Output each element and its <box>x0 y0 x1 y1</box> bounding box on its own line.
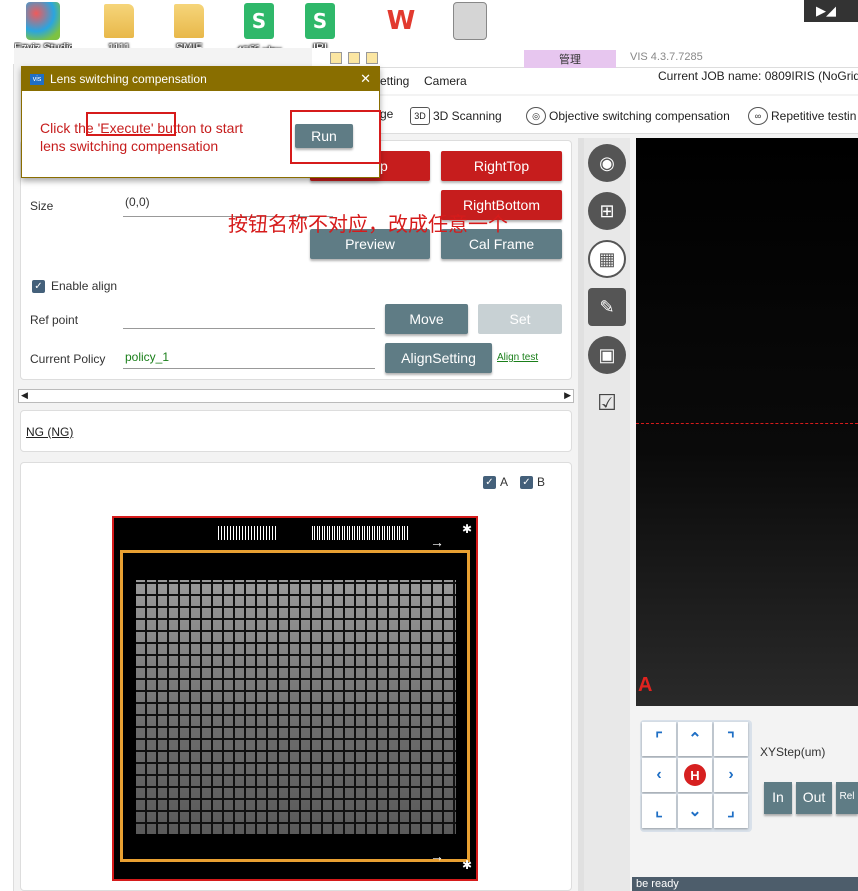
toolbar-3d-scanning-button[interactable]: 3D 3D Scanning <box>410 107 502 125</box>
barcode-left <box>218 526 278 540</box>
align-setting-button[interactable]: AlignSetting <box>385 343 492 373</box>
manage-tab[interactable]: 管理 <box>524 50 616 68</box>
align-test-link[interactable]: Align test <box>497 352 538 363</box>
measure-tool-icon[interactable]: ✎ <box>588 288 626 326</box>
checkbox-b[interactable]: ✓ B <box>520 475 545 489</box>
dialog-title: Lens switching compensation <box>50 72 207 86</box>
crosshair-line <box>636 423 858 424</box>
tray-corner[interactable]: ▶◢ <box>804 0 858 22</box>
camera-live-view[interactable]: A <box>636 138 858 706</box>
check-icon: ✓ <box>32 279 45 293</box>
left-edge-strip <box>0 64 14 891</box>
scroll-right-icon[interactable]: ▶ <box>564 390 571 401</box>
ng-label[interactable]: NG (NG) <box>26 425 73 439</box>
arrow-right-icon: → <box>430 534 444 550</box>
home-button[interactable]: H <box>678 758 712 792</box>
ref-point-label: Ref point <box>30 313 79 327</box>
size-label: Size <box>30 199 54 213</box>
toolbar-objective-comp-button[interactable]: ◎ Objective switching compensation <box>526 107 730 125</box>
enable-align-checkbox[interactable]: ✓ Enable align <box>32 279 117 293</box>
scroll-left-icon[interactable]: ◀ <box>21 390 28 401</box>
menu-item-setting[interactable]: etting <box>380 74 409 88</box>
image-frame-icon[interactable]: ▣ <box>588 336 626 374</box>
camera-label: A <box>638 674 653 696</box>
move-up-icon[interactable]: ⌃ <box>678 722 712 756</box>
set-button[interactable]: Set <box>478 304 562 334</box>
current-policy-field[interactable]: policy_1 <box>123 347 375 369</box>
spreadsheet-icon: S <box>305 3 335 39</box>
annotation-box-execute <box>86 112 176 136</box>
star-icon: ✱ <box>462 858 473 872</box>
move-button[interactable]: Move <box>385 304 468 334</box>
close-icon[interactable]: ✕ <box>360 71 371 87</box>
objective-icon: ◎ <box>526 107 546 125</box>
toolbar-image-button[interactable]: ge <box>380 107 393 121</box>
window-title: VIS 4.3.7.7285 <box>630 51 703 63</box>
checkbox-a[interactable]: ✓ A <box>483 475 508 489</box>
repeat-icon: ∞ <box>748 107 768 125</box>
move-up-right-icon[interactable]: ⌝ <box>714 722 748 756</box>
menu-item-camera[interactable]: Camera <box>424 74 467 88</box>
move-up-left-icon[interactable]: ⌜ <box>642 722 676 756</box>
folder-icon <box>104 4 134 38</box>
stage-dpad: ⌜ ⌃ ⌝ ‹ H › ⌞ ⌄ ⌟ <box>640 720 752 832</box>
wafer-image[interactable]: → → ✱ ✱ <box>112 516 478 881</box>
zoom-out-button[interactable]: Out <box>796 782 832 814</box>
ribbon-toolbar: ge 3D 3D Scanning ◎ Objective switching co… <box>380 96 858 134</box>
right-top-button[interactable]: RightTop <box>441 151 562 181</box>
home-icon: H <box>684 764 706 786</box>
quick-access-toolbar[interactable] <box>330 52 416 66</box>
right-tool-sidebar: ◉ ⊞ ▦ ✎ ▣ ☑ <box>584 138 630 891</box>
move-down-left-icon[interactable]: ⌞ <box>642 794 676 828</box>
spreadsheet-icon: S <box>244 3 274 39</box>
die-grid <box>136 580 456 834</box>
folder-icon <box>174 4 204 38</box>
horizontal-scrollbar[interactable]: ◀ ▶ <box>18 389 574 403</box>
current-job: Current JOB name: 0809IRIS (NoGrid <box>658 69 858 83</box>
installer-icon <box>453 2 487 40</box>
dialog-titlebar: vis Lens switching compensation ✕ <box>22 67 379 91</box>
grid-list-icon[interactable]: ▦ <box>588 240 626 278</box>
job-value: 0809IRIS (NoGrid <box>764 69 858 83</box>
xystep-label: XYStep(um) <box>760 745 826 759</box>
arrow-right-icon: → <box>430 848 444 864</box>
current-policy-value: policy_1 <box>125 350 170 364</box>
star-icon: ✱ <box>462 522 473 536</box>
ref-point-field[interactable] <box>123 308 375 329</box>
grid-sphere-icon[interactable]: ⊞ <box>588 192 626 230</box>
barcode-right <box>312 526 408 540</box>
annotation-note: 按钮名称不对应，改成任意一个 <box>228 212 508 236</box>
move-down-icon[interactable]: ⌄ <box>678 794 712 828</box>
checklist-icon[interactable]: ☑ <box>588 384 626 422</box>
job-label: Current JOB name: <box>658 69 762 83</box>
check-icon: ✓ <box>520 475 533 489</box>
zoom-in-button[interactable]: In <box>764 782 792 814</box>
annotation-box-run <box>290 110 381 164</box>
ezviz-icon <box>26 2 60 40</box>
vis-logo-icon: vis <box>30 73 44 85</box>
move-right-icon[interactable]: › <box>714 758 748 792</box>
relative-button[interactable]: Rel <box>836 782 858 814</box>
move-down-right-icon[interactable]: ⌟ <box>714 794 748 828</box>
current-policy-label: Current Policy <box>30 352 106 366</box>
3d-icon: 3D <box>410 107 430 125</box>
toolbar-repetitive-button[interactable]: ∞ Repetitive testin <box>748 107 856 125</box>
check-icon: ✓ <box>483 475 496 489</box>
move-left-icon[interactable]: ‹ <box>642 758 676 792</box>
size-value: (0,0) <box>125 195 150 209</box>
camera-icon[interactable]: ◉ <box>588 144 626 182</box>
ng-panel: NG (NG) <box>20 410 572 452</box>
wps-icon: W <box>386 6 416 36</box>
status-bar: be ready <box>632 877 858 891</box>
